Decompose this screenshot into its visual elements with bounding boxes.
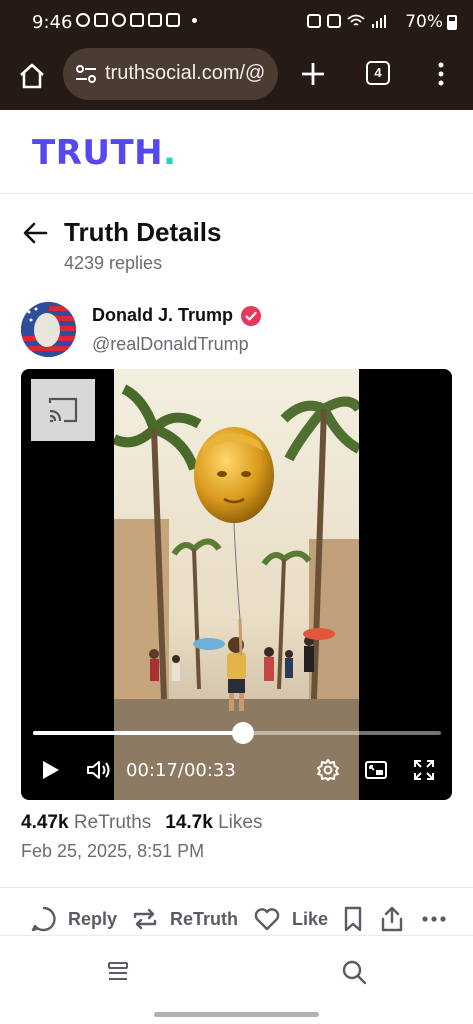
reply-icon[interactable] [30, 905, 58, 933]
cast-button[interactable] [31, 379, 95, 441]
cast-icon [48, 397, 78, 423]
more-horiz-icon[interactable] [420, 905, 448, 933]
picture-in-picture-icon[interactable] [364, 758, 388, 782]
tab-switcher-button[interactable]: 4 [366, 61, 390, 85]
search-icon[interactable] [341, 959, 367, 985]
feed-icon[interactable] [106, 960, 130, 984]
system-icons [307, 13, 387, 29]
divider [0, 887, 473, 888]
browser-toolbar: truthsocial.com/@ 4 [0, 44, 473, 110]
verified-badge-icon [241, 306, 261, 326]
reply-button[interactable]: Reply [68, 909, 117, 930]
url-text: truthsocial.com/@ [105, 62, 266, 84]
video-time: 00:17/00:33 [126, 760, 236, 781]
truth-logo[interactable]: TRUTH. [32, 133, 177, 173]
retruths-stat[interactable]: 4.47k ReTruths [21, 812, 151, 833]
retruth-icon[interactable] [131, 905, 159, 933]
new-tab-icon[interactable] [299, 60, 327, 88]
messenger-icon [76, 13, 90, 27]
likes-stat[interactable]: 14.7k Likes [165, 812, 262, 833]
gesture-bar[interactable] [154, 1012, 319, 1017]
bottom-nav [0, 935, 473, 1024]
battery-icon [447, 15, 457, 30]
calendar-icon [148, 13, 162, 27]
photos-icon [166, 13, 180, 27]
replies-count: 4239 replies [64, 253, 163, 273]
status-time: 9:46 [32, 12, 73, 33]
site-settings-icon[interactable] [75, 64, 97, 84]
video-player[interactable]: 00:17/00:33 [21, 369, 452, 800]
notification-icons [76, 13, 197, 27]
lock-icon [307, 14, 321, 28]
site-header: TRUTH. [0, 110, 473, 194]
time-total: 00:33 [183, 760, 236, 781]
url-bar[interactable]: truthsocial.com/@ [63, 48, 278, 100]
back-arrow-icon[interactable] [22, 220, 50, 246]
wifi-icon [347, 14, 365, 26]
bookmark-icon[interactable] [339, 905, 367, 933]
play-icon[interactable] [39, 758, 61, 782]
post-stats: 4.47k ReTruths 14.7k Likes [21, 812, 262, 834]
video-progress [33, 731, 243, 735]
heart-icon[interactable] [253, 905, 281, 933]
author-handle[interactable]: @realDonaldTrump [92, 334, 249, 355]
retruth-button[interactable]: ReTruth [170, 909, 238, 930]
gmail-icon [94, 13, 108, 27]
settings-gear-icon[interactable] [316, 758, 340, 782]
author-name[interactable]: Donald J. Trump [92, 305, 233, 326]
like-button[interactable]: Like [292, 909, 328, 930]
home-icon[interactable] [18, 62, 46, 90]
fullscreen-icon[interactable] [412, 758, 436, 782]
share-icon[interactable] [378, 905, 406, 933]
alarm-icon [327, 14, 341, 28]
avatar[interactable] [21, 302, 76, 357]
page-title: Truth Details [64, 217, 222, 247]
signal-icon [372, 15, 386, 28]
status-bar: 9:46 70% [0, 0, 473, 44]
more-vert-icon[interactable] [432, 60, 450, 88]
post-date: Feb 25, 2025, 8:51 PM [21, 841, 205, 861]
volume-icon[interactable] [85, 758, 111, 782]
chrome-icon [112, 13, 126, 27]
more-notifications-icon [192, 17, 197, 23]
time-current: 00:17 [126, 760, 178, 781]
seek-handle[interactable] [232, 722, 254, 744]
battery-percent: 70% [405, 12, 443, 32]
app-icon [130, 13, 144, 27]
